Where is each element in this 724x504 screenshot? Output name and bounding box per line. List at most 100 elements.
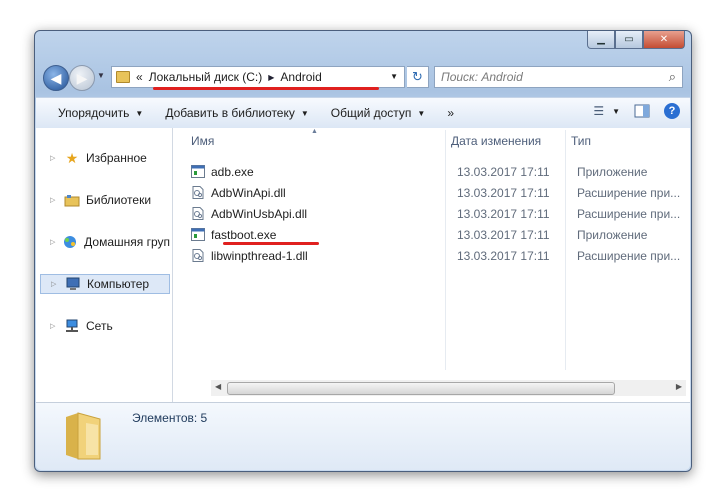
exe-icon — [191, 228, 205, 241]
nav-item-network[interactable]: ▷ Сеть — [36, 316, 170, 336]
add-to-library-label: Добавить в библиотеку — [165, 106, 295, 120]
address-highlight-underline — [153, 87, 379, 90]
file-name: fastboot.exe — [211, 228, 277, 242]
nav-item-label: Компьютер — [87, 277, 150, 291]
breadcrumb-overflow[interactable]: « — [136, 70, 143, 84]
expand-icon[interactable]: ▷ — [50, 154, 60, 162]
address-dropdown-icon[interactable]: ▼ — [390, 72, 398, 81]
nav-item-label: Сеть — [86, 319, 113, 333]
file-date: 13.03.2017 17:11 — [457, 207, 550, 221]
view-options-button[interactable]: ☰ ▼ — [593, 104, 620, 118]
file-date: 13.03.2017 17:11 — [457, 249, 550, 263]
nav-item-favorites[interactable]: ▷ ★ Избранное — [36, 148, 170, 168]
breadcrumb-local-disk[interactable]: Локальный диск (C:) — [149, 70, 263, 84]
maximize-button[interactable]: ▭ — [615, 31, 643, 49]
forward-button[interactable]: ▶ — [69, 65, 95, 91]
navigation-bar: ◀ ▶ ▼ « Локальный диск (C:) ▶ Android ▼ … — [43, 65, 683, 91]
window-controls: ▁ ▭ ✕ — [587, 31, 685, 49]
search-input[interactable]: Поиск: Android ⌕ — [434, 66, 683, 88]
file-name: libwinpthread-1.dll — [211, 249, 308, 263]
more-commands-label: » — [447, 106, 455, 120]
view-list-icon: ☰ — [593, 104, 605, 118]
organize-button[interactable]: Упорядочить ▼ — [58, 106, 143, 120]
chevron-down-icon: ▼ — [300, 108, 309, 118]
preview-pane-button[interactable] — [634, 104, 650, 118]
expand-icon[interactable]: ▷ — [50, 322, 60, 330]
details-pane: Элементов: 5 — [36, 403, 690, 470]
breadcrumb-separator-icon[interactable]: ▶ — [268, 73, 274, 82]
library-icon — [64, 193, 80, 207]
chevron-down-icon: ▼ — [135, 108, 144, 118]
explorer-window: ▁ ▭ ✕ ◀ ▶ ▼ « Локальный диск (C:) ▶ Andr… — [34, 30, 692, 472]
arrow-right-icon: ▶ — [76, 69, 88, 86]
minimize-button[interactable]: ▁ — [587, 31, 615, 49]
file-row[interactable]: AdbWinApi.dll 13.03.2017 17:11 Расширени… — [181, 183, 681, 203]
refresh-icon: ↻ — [412, 69, 423, 84]
scroll-left-icon[interactable]: ◀ — [215, 382, 221, 391]
refresh-button[interactable]: ↻ — [407, 66, 429, 88]
star-icon: ★ — [65, 149, 79, 166]
file-date: 13.03.2017 17:11 — [457, 165, 550, 179]
item-count: Элементов: 5 — [132, 411, 208, 425]
arrow-left-icon: ◀ — [50, 69, 62, 86]
file-type: Расширение при... — [577, 249, 681, 263]
navigation-pane: ▷ ★ Избранное ▷ Библиотеки ▷ Домашняя гр… — [36, 128, 173, 402]
nav-item-label: Домашняя груп — [84, 235, 170, 249]
computer-icon — [65, 277, 81, 291]
command-toolbar: Упорядочить ▼ Добавить в библиотеку ▼ Общи… — [36, 97, 690, 129]
chevron-down-icon: ▼ — [417, 108, 426, 118]
network-icon — [64, 319, 80, 333]
nav-item-homegroup[interactable]: ▷ Домашняя груп — [36, 232, 170, 252]
share-button[interactable]: Общий доступ ▼ — [331, 106, 426, 120]
column-header-type[interactable]: Тип — [571, 134, 591, 154]
file-name: AdbWinApi.dll — [211, 186, 286, 200]
dll-icon — [192, 207, 204, 220]
expand-icon[interactable]: ▷ — [50, 196, 60, 204]
file-list: ▲ Имя Дата изменения Тип adb.exe 13.03.2… — [173, 128, 690, 402]
column-header-name[interactable]: Имя — [191, 134, 214, 154]
folder-icon — [66, 412, 101, 460]
sort-ascending-icon: ▲ — [311, 128, 318, 135]
organize-label: Упорядочить — [58, 106, 130, 120]
more-commands-button[interactable]: » — [447, 106, 454, 120]
file-date: 13.03.2017 17:11 — [457, 228, 550, 242]
dll-icon — [192, 249, 204, 262]
file-type: Приложение — [577, 228, 648, 242]
help-icon: ? — [664, 103, 680, 119]
homegroup-icon — [62, 235, 78, 249]
preview-pane-icon — [634, 104, 650, 118]
expand-icon[interactable]: ▷ — [51, 280, 61, 288]
scroll-right-icon[interactable]: ▶ — [676, 382, 682, 391]
content-area: ▷ ★ Избранное ▷ Библиотеки ▷ Домашняя гр… — [36, 128, 690, 403]
file-row[interactable]: AdbWinUsbApi.dll 13.03.2017 17:11 Расшир… — [181, 204, 681, 224]
expand-icon[interactable]: ▷ — [50, 238, 58, 246]
file-type: Расширение при... — [577, 186, 681, 200]
file-row[interactable]: libwinpthread-1.dll 13.03.2017 17:11 Рас… — [181, 246, 681, 266]
file-name: adb.exe — [211, 165, 254, 179]
help-button[interactable]: ? — [664, 103, 680, 119]
nav-item-libraries[interactable]: ▷ Библиотеки — [36, 190, 170, 210]
search-icon: ⌕ — [668, 69, 676, 84]
search-placeholder: Поиск: Android — [441, 70, 523, 84]
close-button[interactable]: ✕ — [643, 31, 685, 49]
file-type: Приложение — [577, 165, 648, 179]
chevron-down-icon: ▼ — [612, 106, 620, 116]
scrollbar-thumb[interactable] — [227, 382, 615, 395]
breadcrumb-android[interactable]: Android — [280, 70, 321, 84]
file-row[interactable]: adb.exe 13.03.2017 17:11 Приложение — [181, 162, 681, 182]
column-header-date[interactable]: Дата изменения — [451, 134, 541, 154]
exe-icon — [191, 165, 205, 178]
nav-item-computer[interactable]: ▷ Компьютер — [40, 274, 170, 294]
file-name: AdbWinUsbApi.dll — [211, 207, 308, 221]
nav-item-label: Библиотеки — [86, 193, 152, 207]
add-to-library-button[interactable]: Добавить в библиотеку ▼ — [165, 106, 308, 120]
recent-pages-dropdown[interactable]: ▼ — [97, 71, 105, 80]
horizontal-scrollbar[interactable]: ◀ ▶ — [211, 380, 686, 396]
address-bar[interactable]: « Локальный диск (C:) ▶ Android ▼ — [111, 66, 405, 88]
fastboot-highlight-underline — [223, 242, 319, 245]
file-type: Расширение при... — [577, 207, 681, 221]
back-button[interactable]: ◀ — [43, 65, 69, 91]
file-date: 13.03.2017 17:11 — [457, 186, 550, 200]
dll-icon — [192, 186, 204, 199]
share-label: Общий доступ — [330, 106, 412, 120]
